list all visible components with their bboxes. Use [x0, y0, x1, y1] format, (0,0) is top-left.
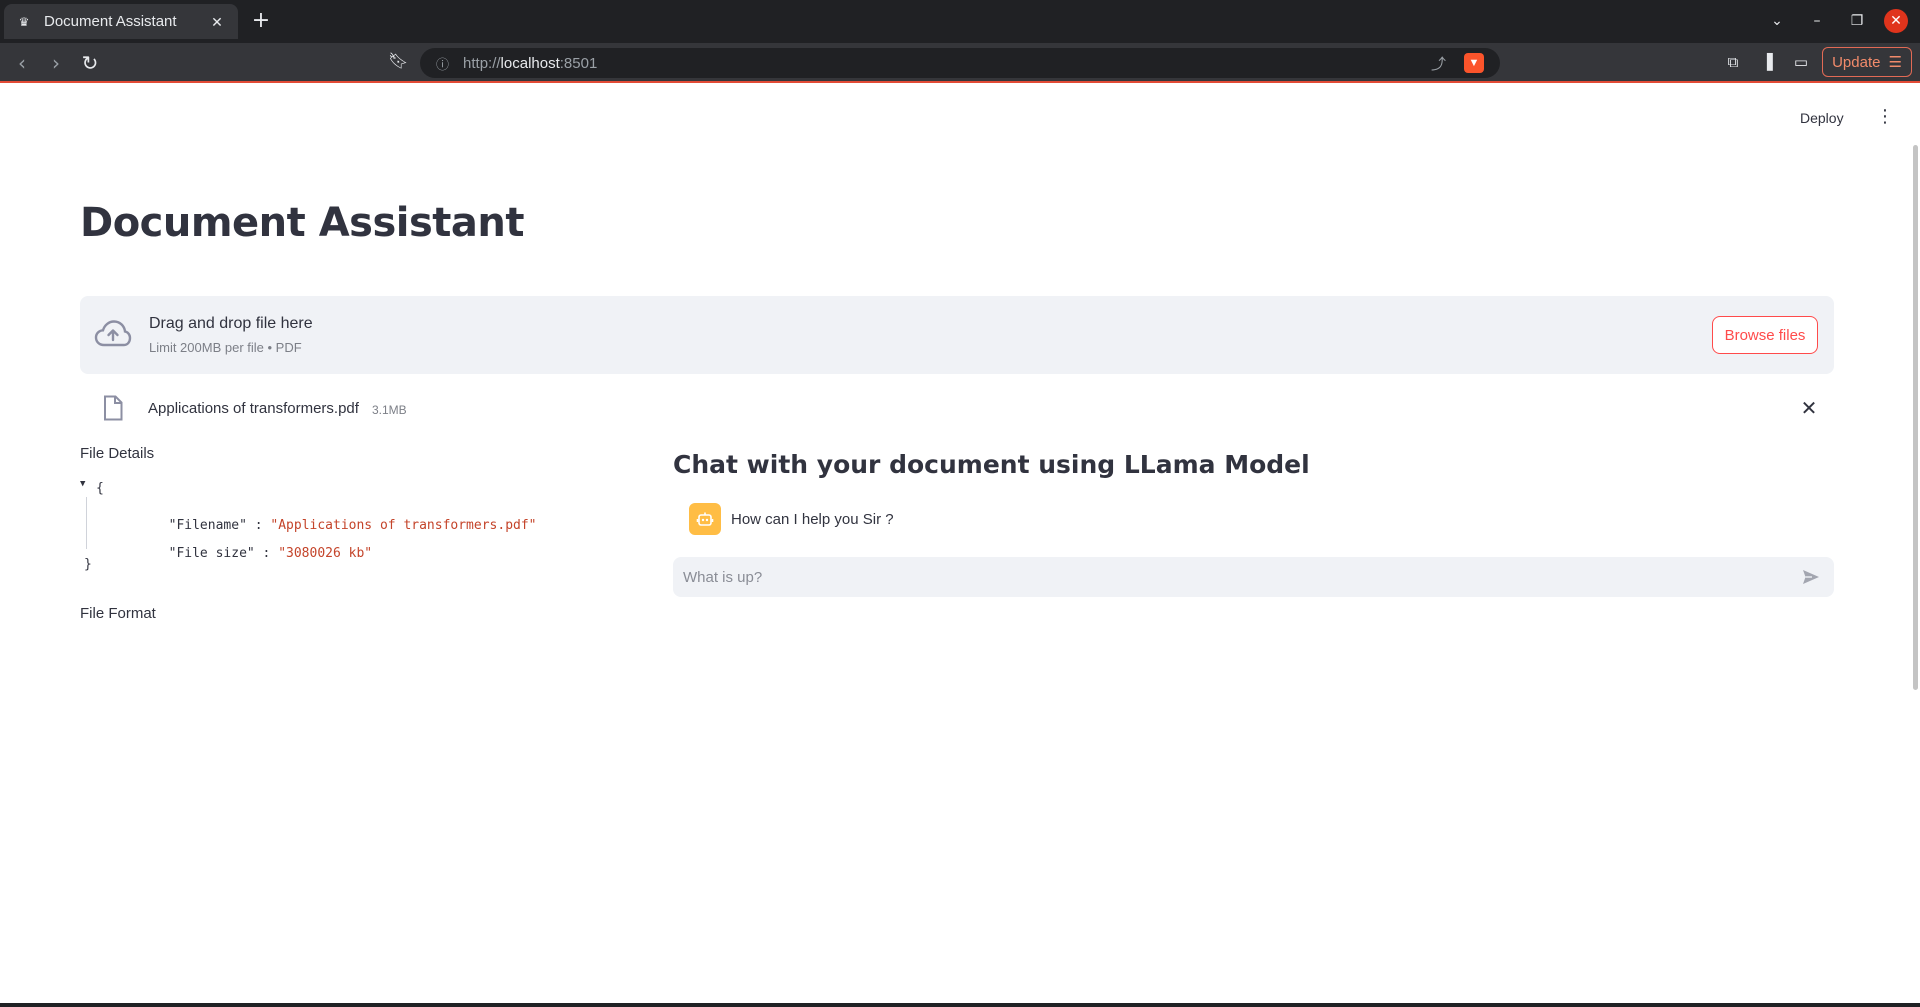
update-label: Update [1832, 53, 1881, 71]
file-format-label: File Format [80, 605, 156, 622]
browse-files-button[interactable]: Browse files [1712, 316, 1818, 354]
page-title: Document Assistant [80, 200, 525, 246]
site-info-icon[interactable]: ⓘ [436, 54, 449, 73]
chat-column: Chat with your document using LLama Mode… [673, 450, 1834, 597]
uploaded-file-row: Applications of transformers.pdf 3.1MB ✕ [80, 389, 1834, 429]
robot-icon [689, 503, 721, 535]
dropzone-limit: Limit 200MB per file • PDF [149, 340, 302, 355]
json-separator: : [254, 546, 279, 561]
chat-input-container [673, 557, 1834, 597]
restore-icon[interactable]: ❐ [1845, 9, 1869, 33]
url-host: localhost [500, 54, 560, 72]
back-icon[interactable]: ‹ [10, 51, 34, 75]
uploaded-file-size: 3.1MB [372, 403, 407, 417]
bookmark-icon[interactable]: 🔖︎ [388, 51, 408, 70]
json-row: "File size" : "3080026 kb" [106, 531, 373, 576]
main-menu-icon[interactable]: ⋮ [1876, 107, 1894, 127]
window-bottom-edge [0, 1003, 1920, 1007]
json-close-brace: } [84, 557, 92, 572]
file-details-label: File Details [80, 445, 155, 462]
collapse-caret-icon[interactable]: ▼ [80, 479, 90, 489]
app-main: Deploy ⋮ Document Assistant Drag and dro… [0, 85, 1920, 997]
json-value: "3080026 kb" [278, 546, 373, 561]
url-port: :8501 [559, 54, 598, 72]
tab-close-icon[interactable]: ✕ [208, 13, 226, 31]
browser-toolbar: ‹ › ↻ ⓘ http:// localhost :8501 ⤴ ▼ [0, 43, 1920, 83]
scrollbar[interactable] [1913, 145, 1918, 690]
browser-tab-bar: ♛ Document Assistant ✕ + ⌄ – ❐ ✕ [0, 0, 1920, 43]
dropzone-title: Drag and drop file here [149, 315, 313, 332]
reload-icon[interactable]: ↻ [78, 51, 102, 75]
chat-title: Chat with your document using LLama Mode… [673, 450, 1310, 479]
file-details-column: File Details ▼ { "Filename" : "Applicati… [80, 445, 640, 622]
update-button[interactable]: Update ☰ [1822, 47, 1912, 77]
extensions-icon[interactable]: ⧉ [1722, 51, 1744, 73]
deploy-button[interactable]: Deploy [1800, 110, 1844, 126]
uploaded-file-name: Applications of transformers.pdf [148, 400, 359, 417]
window-close-icon[interactable]: ✕ [1884, 9, 1908, 33]
share-icon[interactable]: ⤴ [1431, 53, 1446, 74]
url-scheme: http:// [463, 54, 501, 72]
json-indent-guide [86, 497, 87, 549]
json-viewer: ▼ { "Filename" : "Applications of transf… [80, 477, 640, 577]
chat-message: How can I help you Sir ? [689, 502, 894, 536]
menu-icon: ☰ [1888, 54, 1902, 71]
new-tab-icon[interactable]: + [250, 10, 272, 32]
file-dropzone[interactable]: Drag and drop file here Limit 200MB per … [80, 296, 1834, 374]
wallet-icon[interactable]: ▭ [1790, 51, 1812, 73]
json-open-brace: { [96, 481, 104, 496]
browser-tab[interactable]: ♛ Document Assistant ✕ [4, 4, 238, 39]
minimize-icon[interactable]: – [1805, 9, 1829, 33]
json-key: "File size" [168, 546, 255, 561]
brave-shields-icon[interactable]: ▼ [1464, 53, 1484, 73]
tab-search-chevron-icon[interactable]: ⌄ [1765, 9, 1789, 33]
forward-icon[interactable]: › [44, 51, 68, 75]
chat-input[interactable] [673, 557, 1783, 597]
address-bar[interactable]: ⓘ http:// localhost :8501 ⤴ ▼ [420, 48, 1500, 78]
cloud-upload-icon [94, 320, 132, 347]
chat-message-text: How can I help you Sir ? [731, 510, 894, 528]
remove-file-icon[interactable]: ✕ [1798, 397, 1820, 419]
file-icon [104, 395, 123, 421]
tab-title: Document Assistant [44, 13, 177, 30]
send-icon[interactable] [1801, 567, 1821, 587]
streamlit-crown-icon: ♛ [18, 14, 30, 29]
sidebar-toggle-icon[interactable]: ▐ [1756, 51, 1778, 73]
